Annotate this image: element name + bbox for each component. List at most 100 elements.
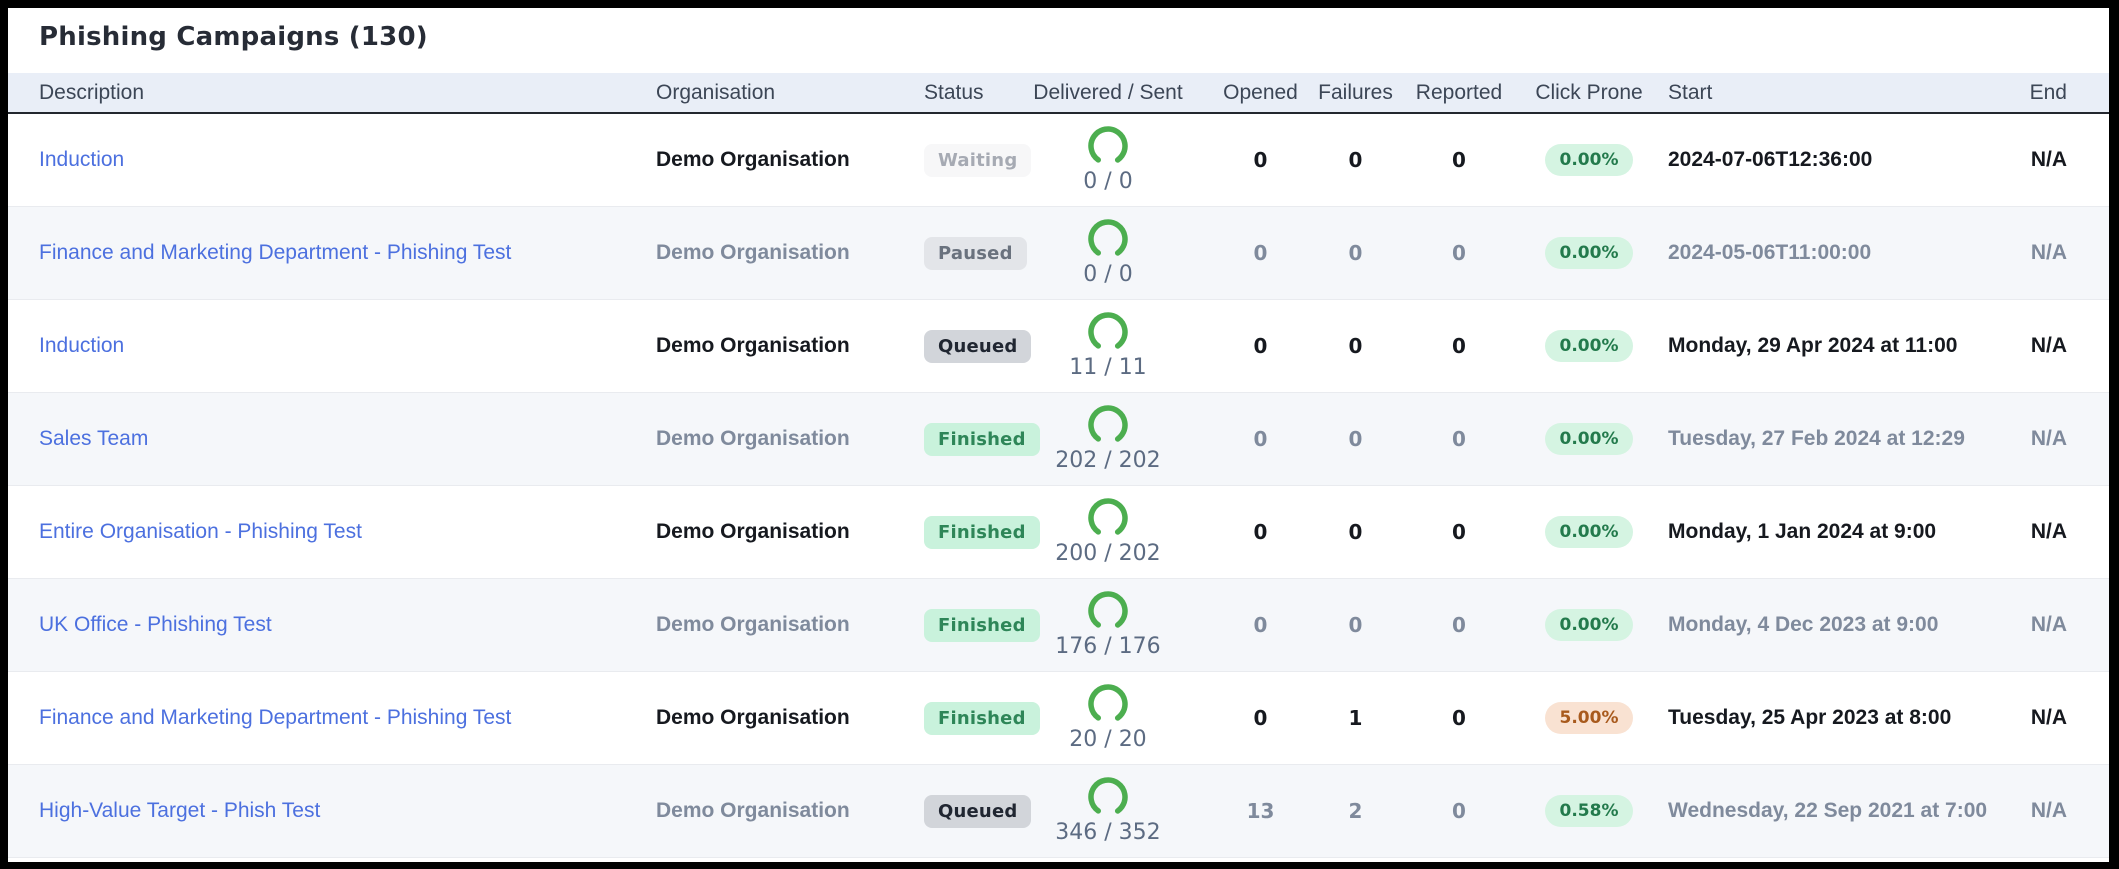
column-header-click_prone: Click Prone [1535,80,1643,104]
organisation-cell: Demo Organisation [656,520,850,543]
end-cell: N/A [2030,613,2067,636]
end-cell: N/A [2030,799,2067,822]
click-prone-badge: 0.00% [1544,330,1634,362]
table-row: Entire Organisation - Phishing Test Demo… [8,486,2109,579]
failures-cell: 1 [1348,706,1363,730]
reported-cell: 0 [1452,520,1466,544]
click-prone-cell: 0.00% [1520,609,1658,641]
delivered-sent-cell: 346 / 352 [1008,765,1208,857]
campaign-link[interactable]: Entire Organisation - Phishing Test [39,520,362,543]
organisation-cell: Demo Organisation [656,241,850,264]
description-cell: Induction [8,148,638,172]
status-cell: Queued [913,794,1032,828]
description-cell: Sales Team [8,427,638,451]
organisation-cell: Demo Organisation [656,799,850,822]
column-header-organisation: Organisation [656,80,776,104]
end-cell: N/A [2030,706,2067,729]
start-cell: Wednesday, 22 Sep 2021 at 7:00 [1668,799,1988,822]
click-prone-cell: 0.00% [1520,144,1658,176]
failures-cell: 0 [1348,427,1363,451]
failures-cell: 0 [1348,148,1363,172]
click-prone-cell: 5.00% [1520,702,1658,734]
start-cell: 2024-05-06T11:00:00 [1668,241,1872,264]
start-cell: Monday, 1 Jan 2024 at 9:00 [1668,520,1937,543]
campaign-link[interactable]: Finance and Marketing Department - Phish… [39,706,511,729]
delivered-sent-count: 346 / 352 [1055,820,1161,845]
campaign-link[interactable]: Induction [39,148,124,171]
opened-cell: 0 [1253,148,1268,172]
campaign-link[interactable]: High-Value Target - Phish Test [39,799,320,822]
click-prone-badge: 0.00% [1544,423,1634,455]
organisation-cell: Demo Organisation [656,613,850,636]
table-row: Finance and Marketing Department - Phish… [8,207,2109,300]
click-prone-badge: 5.00% [1544,702,1634,734]
progress-ring-icon [1088,219,1128,259]
description-cell: UK Office - Phishing Test [8,613,638,637]
status-cell: Paused [913,236,1027,270]
organisation-cell: Demo Organisation [656,427,850,450]
column-header-start: Start [1668,80,1713,104]
opened-cell: 0 [1253,520,1268,544]
description-cell: Induction [8,334,638,358]
progress-ring-icon [1088,777,1128,817]
status-cell: Finished [913,515,1040,549]
column-header-delivered: Delivered / Sent [1033,80,1183,104]
click-prone-cell: 0.58% [1520,795,1658,827]
progress-ring-icon [1088,126,1128,166]
reported-cell: 0 [1452,427,1466,451]
delivered-sent-count: 202 / 202 [1055,448,1161,473]
status-cell: Queued [913,329,1032,363]
opened-cell: 13 [1246,799,1275,823]
opened-cell: 0 [1253,241,1268,265]
delivered-sent-cell: 0 / 0 [1008,114,1208,206]
progress-ring-icon [1088,591,1128,631]
failures-cell: 2 [1348,799,1363,823]
reported-cell: 0 [1452,613,1466,637]
page-title: Phishing Campaigns (130) [39,22,428,52]
start-cell: 2024-07-06T12:36:00 [1668,148,1873,171]
status-cell: Finished [913,701,1040,735]
delivered-sent-count: 200 / 202 [1055,541,1161,566]
start-cell: Tuesday, 25 Apr 2023 at 8:00 [1668,706,1952,729]
end-cell: N/A [2030,520,2067,543]
reported-cell: 0 [1452,148,1466,172]
organisation-cell: Demo Organisation [656,148,850,171]
click-prone-cell: 0.00% [1520,330,1658,362]
delivered-sent-count: 176 / 176 [1055,634,1161,659]
delivered-sent-cell: 200 / 202 [1008,486,1208,578]
organisation-cell: Demo Organisation [656,334,850,357]
opened-cell: 0 [1253,334,1268,358]
column-header-reported: Reported [1415,80,1503,104]
column-header-failures: Failures [1318,80,1393,104]
click-prone-cell: 0.00% [1520,516,1658,548]
delivered-sent-count: 11 / 11 [1069,355,1147,380]
campaign-link[interactable]: Sales Team [39,427,148,450]
table-row: Induction Demo Organisation Queued 11 / … [8,300,2109,393]
table-row: Sales Team Demo Organisation Finished 20… [8,393,2109,486]
column-header-opened: Opened [1223,80,1298,104]
campaign-link[interactable]: Induction [39,334,124,357]
start-cell: Monday, 29 Apr 2024 at 11:00 [1668,334,1958,357]
campaign-link[interactable]: Finance and Marketing Department - Phish… [39,241,511,264]
delivered-sent-count: 0 / 0 [1083,169,1133,194]
phishing-campaigns-panel: Phishing Campaigns (130) Description Orga… [8,8,2109,862]
delivered-sent-cell: 202 / 202 [1008,393,1208,485]
end-cell: N/A [2030,427,2067,450]
click-prone-badge: 0.00% [1544,609,1634,641]
end-cell: N/A [2030,148,2067,171]
progress-ring-icon [1088,684,1128,724]
click-prone-badge: 0.58% [1544,795,1634,827]
status-cell: Finished [913,422,1040,456]
table-row: UK Office - Phishing Test Demo Organisat… [8,579,2109,672]
failures-cell: 0 [1348,520,1363,544]
status-cell: Finished [913,608,1040,642]
click-prone-badge: 0.00% [1544,237,1634,269]
reported-cell: 0 [1452,799,1466,823]
opened-cell: 0 [1253,613,1268,637]
organisation-cell: Demo Organisation [656,706,850,729]
end-cell: N/A [2030,241,2067,264]
column-header-end: End [2029,80,2067,104]
table-header-row: Description Organisation Status Delivered /… [8,73,2109,114]
description-cell: High-Value Target - Phish Test [8,799,638,823]
campaign-link[interactable]: UK Office - Phishing Test [39,613,272,636]
